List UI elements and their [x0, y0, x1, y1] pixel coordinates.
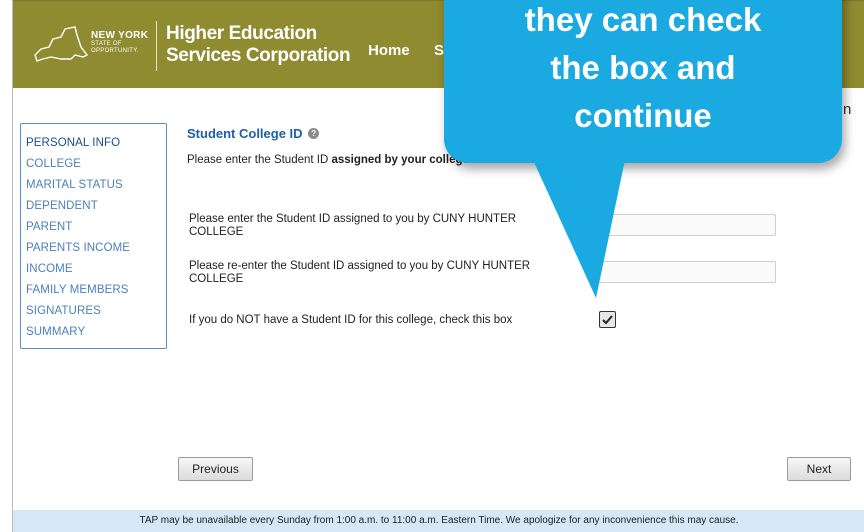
browser-page: NEW YORK STATE OF OPPORTUNITY. Higher Ed…: [12, 0, 864, 532]
callout-line3: continue: [574, 97, 712, 134]
previous-button[interactable]: Previous: [178, 457, 253, 481]
maintenance-notice: TAP may be unavailable every Sunday from…: [13, 510, 864, 532]
callout-text: they can check the box and continue: [444, 0, 842, 140]
callout-line2: the box and: [550, 49, 736, 86]
next-button[interactable]: Next: [787, 457, 851, 481]
callout-line1: they can check: [524, 1, 762, 38]
